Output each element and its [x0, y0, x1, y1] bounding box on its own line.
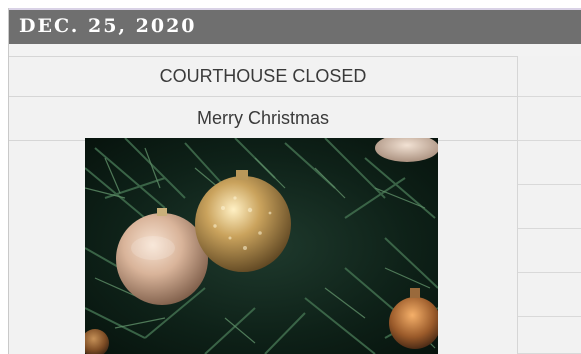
greeting-text: Merry Christmas: [196, 108, 329, 128]
side-cell: [518, 229, 581, 273]
side-cell: [518, 185, 581, 229]
side-cell: [518, 273, 581, 317]
status-row: COURTHOUSE CLOSED: [9, 56, 517, 97]
side-cell: [518, 317, 581, 354]
side-column: [517, 56, 581, 354]
side-cell: [518, 141, 581, 185]
side-cell: [518, 97, 581, 141]
date-header: DEC. 25, 2020: [9, 8, 581, 44]
date-title: DEC. 25, 2020: [19, 15, 197, 37]
greeting-row: Merry Christmas: [9, 97, 517, 141]
christmas-ornaments-photo: [85, 138, 438, 354]
side-cell: [518, 56, 581, 97]
status-text: COURTHOUSE CLOSED: [159, 66, 367, 86]
